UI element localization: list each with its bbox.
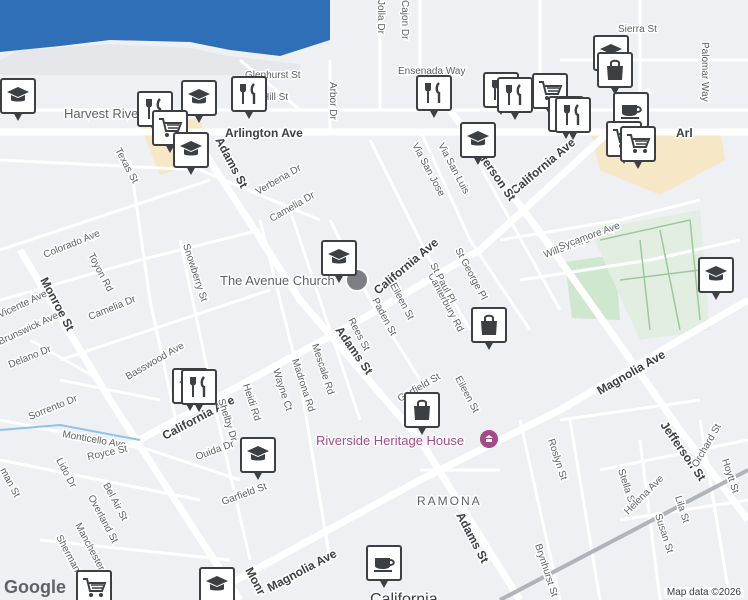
cart-icon: [627, 134, 651, 153]
harvest-river-label: Harvest Rive: [64, 106, 138, 121]
mescale-rd-label: Mescale Rd: [309, 343, 336, 397]
pin-tail: [429, 109, 439, 118]
sierra-st-label: Sierra St: [618, 24, 657, 35]
lido-dr-label: Lido Dr: [53, 456, 78, 490]
monroe-st-lower-label: Monr: [242, 565, 268, 598]
shopping-pin[interactable]: [76, 570, 112, 600]
map-canvas[interactable]: Arlington Ave Arl California Ave Califor…: [0, 0, 748, 600]
restaurant-pin[interactable]: [555, 97, 591, 143]
pin-tail: [510, 111, 520, 120]
restaurant-icon: [190, 376, 206, 397]
eileen-st-lower-label: Eileen St: [452, 374, 481, 415]
cajon-dr-label: Cajon Dr: [399, 0, 410, 40]
verbena-dr-label: Verbena Dr: [254, 162, 304, 197]
pin-tail: [711, 291, 721, 300]
pin-tail: [473, 156, 483, 165]
magnolia-ave-label: Magnolia Ave: [595, 347, 668, 398]
cafe-pin[interactable]: [366, 545, 402, 591]
pin-tail: [194, 114, 204, 123]
school-pin[interactable]: [698, 257, 734, 303]
restaurant-pin[interactable]: [416, 75, 452, 121]
pin-tail: [194, 403, 204, 412]
school-pin[interactable]: [240, 437, 276, 483]
california-label: California: [370, 591, 438, 600]
arbor-dr-label: Arbor Dr: [327, 82, 338, 120]
school-icon: [328, 249, 350, 264]
sorrento-dr-label: Sorrento Dr: [27, 393, 80, 423]
snowberry-st-label: Snowberry St: [180, 243, 209, 304]
wayne-ct-label: Wayne Ct: [270, 368, 294, 413]
jolla-dr-label: Jolla Dr: [375, 0, 386, 35]
cart-icon: [83, 578, 107, 597]
museum-icon: [485, 435, 493, 442]
restaurant-icon: [564, 104, 580, 125]
ramona-neighborhood-label: RAMONA: [417, 494, 482, 508]
pin-tail: [417, 426, 427, 435]
school-icon: [180, 141, 202, 156]
pin-tail: [379, 579, 389, 588]
heidi-rd-label: Heidi Rd: [240, 383, 262, 423]
map-credit[interactable]: Map data ©2026: [663, 587, 744, 598]
school-icon: [467, 131, 489, 146]
school-icon: [206, 576, 228, 591]
pin-tail: [13, 112, 23, 121]
coffee-icon: [621, 105, 642, 119]
restaurant-pin[interactable]: [231, 76, 267, 122]
restaurant-icon: [425, 82, 441, 103]
restaurant-pin[interactable]: [497, 77, 533, 123]
school-pin[interactable]: [0, 78, 36, 124]
man-st-label: man St: [0, 466, 22, 499]
store-pin[interactable]: [471, 307, 507, 353]
camelia-dr-left-label: Camelia Dr: [87, 294, 138, 323]
magnolia-ave-lower-label: Magnolia Ave: [265, 546, 339, 594]
school-icon: [188, 89, 210, 104]
bag-icon: [607, 59, 623, 80]
pin-tail: [568, 131, 578, 140]
school-pin[interactable]: [321, 240, 357, 286]
pin-tail: [186, 166, 196, 175]
restaurant-icon: [506, 84, 522, 105]
school-pin[interactable]: [199, 567, 235, 600]
school-icon: [705, 266, 727, 281]
shopping-pin[interactable]: [620, 126, 656, 172]
map-base-layer: Arlington Ave Arl California Ave Califor…: [0, 0, 748, 600]
coffee-icon: [374, 558, 395, 572]
school-pin[interactable]: [460, 122, 496, 168]
school-pin[interactable]: [173, 132, 209, 178]
pin-tail: [484, 341, 494, 350]
arlington-ave-label: Arlington Ave: [225, 126, 303, 140]
store-pin[interactable]: [404, 392, 440, 438]
pin-tail: [253, 471, 263, 480]
garfield-st-left-label: Garfield St: [220, 481, 268, 508]
avenue-church-label: The Avenue Church: [220, 273, 335, 288]
roslyn-st-label: Roslyn St: [545, 438, 569, 482]
google-logo: Google: [4, 577, 66, 597]
delano-dr-label: Delano Dr: [7, 343, 53, 370]
museum-marker[interactable]: [480, 430, 498, 448]
restaurant-icon: [240, 83, 256, 104]
school-icon: [7, 87, 29, 102]
pin-tail: [633, 160, 643, 169]
pin-tail: [334, 274, 344, 283]
susan-st-label: Susan St: [652, 513, 675, 555]
restaurant-pin[interactable]: [181, 369, 217, 415]
bag-icon: [414, 399, 430, 420]
toyon-rd-label: Toyon Rd: [85, 251, 115, 293]
bag-icon: [481, 314, 497, 335]
arlington-ave-right-label: Arl: [676, 126, 693, 140]
school-icon: [247, 446, 269, 461]
heritage-house-label: Riverside Heritage House: [316, 433, 464, 448]
palomar-way-label: Palomar Way: [699, 42, 710, 102]
pin-tail: [244, 110, 254, 119]
